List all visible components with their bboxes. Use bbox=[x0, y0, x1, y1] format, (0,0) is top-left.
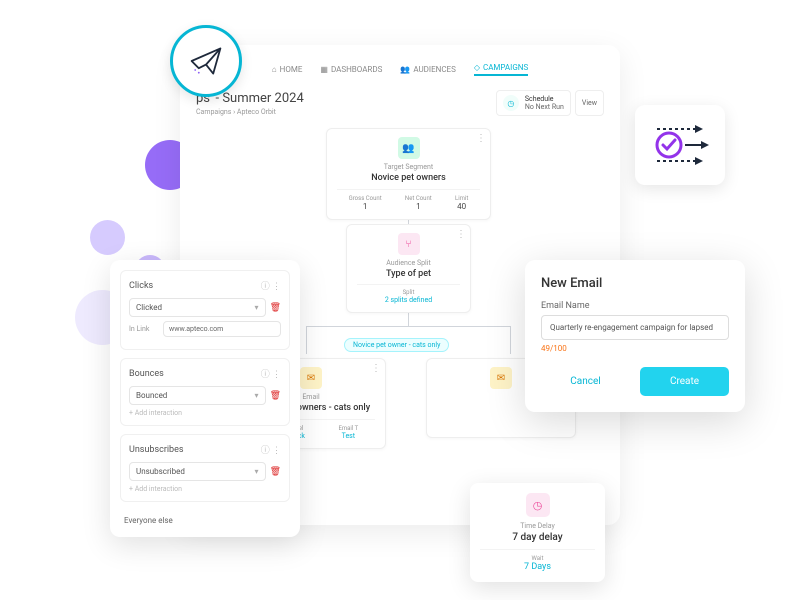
nav-dashboards[interactable]: ▦ DASHBOARDS bbox=[320, 63, 382, 76]
add-interaction[interactable]: + Add interaction bbox=[129, 409, 281, 417]
audience-split-node[interactable]: ⋮ ⑂ Audience Split Type of pet Split 2 s… bbox=[346, 224, 471, 313]
connector bbox=[510, 326, 511, 354]
clicked-select[interactable]: Clicked▾ bbox=[129, 298, 266, 317]
email-icon: ✉ bbox=[300, 367, 322, 389]
schedule-button[interactable]: ◷ ScheduleNo Next Run bbox=[496, 90, 571, 116]
section-title: Bounces bbox=[129, 369, 164, 379]
char-count: 49/100 bbox=[541, 344, 729, 353]
delete-icon[interactable]: 🗑 bbox=[270, 391, 281, 401]
new-email-modal: New Email Email Name Quarterly re-engage… bbox=[525, 260, 745, 412]
more-icon[interactable]: ⋮ bbox=[456, 229, 466, 240]
paper-plane-icon bbox=[170, 25, 242, 97]
breadcrumb[interactable]: Campaigns › Apteco Orbit bbox=[196, 108, 304, 116]
delete-icon[interactable]: 🗑 bbox=[270, 467, 281, 477]
email-icon: ✉ bbox=[490, 367, 512, 389]
target-segment-node[interactable]: ⋮ 👥 Target Segment Novice pet owners Gro… bbox=[326, 128, 491, 220]
unsubscribed-select[interactable]: Unsubscribed▾ bbox=[129, 462, 266, 481]
clock-icon: ◷ bbox=[526, 493, 550, 517]
workflow-icon bbox=[635, 105, 725, 185]
interactions-panel: Clicksⓘ ⋮ Clicked▾ 🗑 In Link www.apteco.… bbox=[110, 260, 300, 537]
clicks-section: Clicksⓘ ⋮ Clicked▾ 🗑 In Link www.apteco.… bbox=[120, 270, 290, 350]
top-nav: ⌂ HOME ▦ DASHBOARDS 👥 AUDIENCES ◇ CAMPAI… bbox=[196, 59, 604, 86]
people-icon: 👥 bbox=[398, 137, 420, 159]
connector bbox=[306, 326, 307, 354]
more-icon[interactable]: ⋮ bbox=[476, 133, 486, 144]
more-icon[interactable]: ⋮ bbox=[371, 363, 381, 374]
unsubscribes-section: Unsubscribes ⓘ ⋮ Unsubscribed▾ 🗑 + Add in… bbox=[120, 434, 290, 502]
bounces-section: Bounces ⓘ ⋮ Bounced▾ 🗑 + Add interaction bbox=[120, 358, 290, 426]
modal-title: New Email bbox=[541, 276, 729, 291]
split-icon: ⑂ bbox=[398, 233, 420, 255]
nav-audiences[interactable]: 👥 AUDIENCES bbox=[400, 63, 456, 76]
branch-pill[interactable]: Novice pet owner - cats only bbox=[344, 338, 449, 352]
section-title: Unsubscribes bbox=[129, 445, 184, 455]
nav-home[interactable]: ⌂ HOME bbox=[272, 63, 303, 76]
field-label: Email Name bbox=[541, 301, 729, 311]
link-input[interactable]: www.apteco.com bbox=[163, 321, 281, 337]
time-delay-node[interactable]: ◷ Time Delay 7 day delay Wait 7 Days bbox=[470, 483, 605, 582]
info-icon[interactable]: ⓘ ⋮ bbox=[261, 443, 281, 456]
everyone-else[interactable]: Everyone else bbox=[120, 510, 290, 527]
delete-icon[interactable]: 🗑 bbox=[270, 303, 281, 313]
connector bbox=[306, 326, 511, 327]
decorative-circle bbox=[90, 220, 125, 255]
email-name-input[interactable]: Quarterly re-engagement campaign for lap… bbox=[541, 315, 729, 340]
clock-icon: ◷ bbox=[503, 95, 519, 111]
view-button[interactable]: View bbox=[575, 90, 604, 116]
section-title: Clicks bbox=[129, 281, 153, 291]
nav-campaigns[interactable]: ◇ CAMPAIGNS bbox=[474, 63, 528, 76]
bounced-select[interactable]: Bounced▾ bbox=[129, 386, 266, 405]
cancel-button[interactable]: Cancel bbox=[541, 367, 630, 396]
info-icon[interactable]: ⓘ ⋮ bbox=[261, 279, 281, 292]
info-icon[interactable]: ⓘ ⋮ bbox=[261, 367, 281, 380]
create-button[interactable]: Create bbox=[640, 367, 729, 396]
add-interaction[interactable]: + Add interaction bbox=[129, 485, 281, 493]
